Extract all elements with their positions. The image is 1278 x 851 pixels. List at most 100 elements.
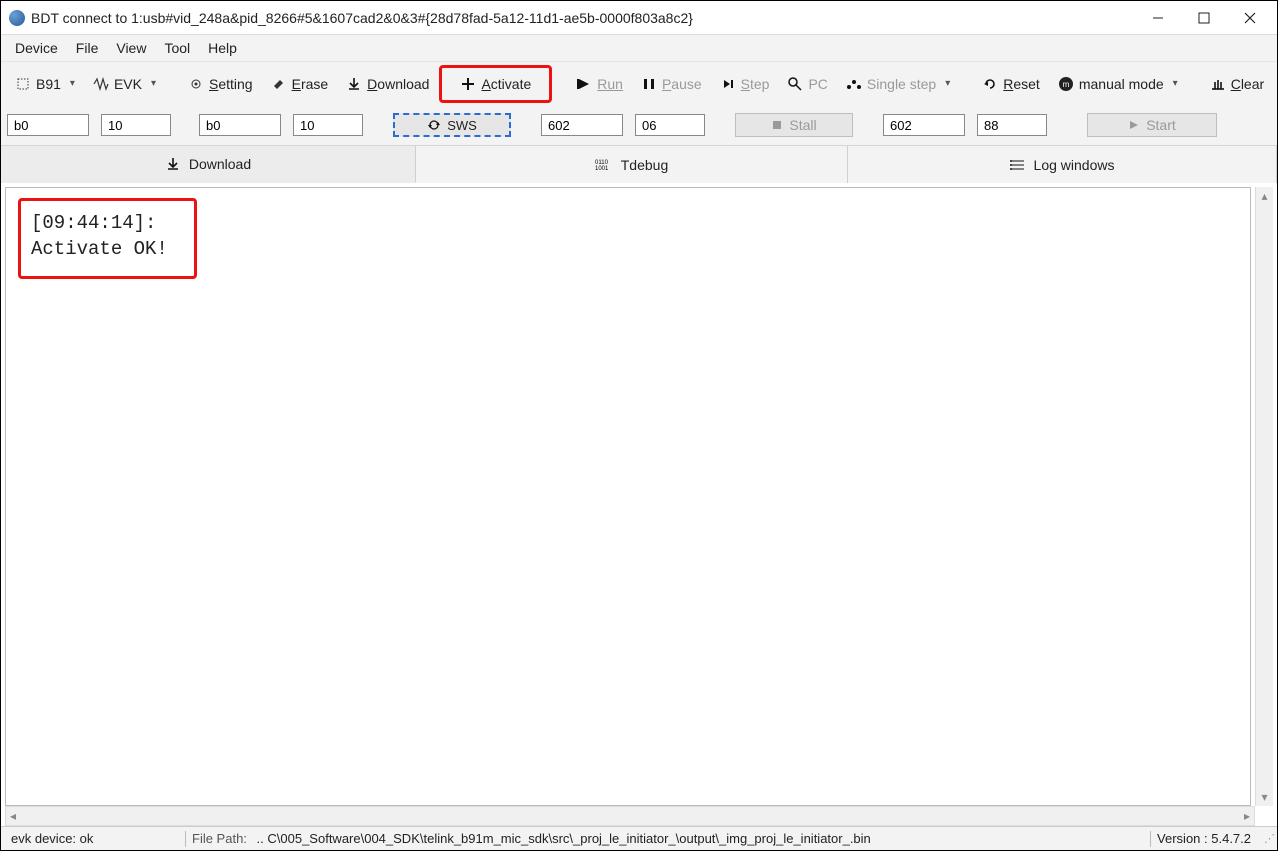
input-10-2[interactable] <box>293 114 363 136</box>
input-b0-2[interactable] <box>199 114 281 136</box>
run-icon <box>576 76 592 92</box>
mode-label: manual mode <box>1079 76 1164 92</box>
status-bar: evk device: ok File Path: .. C\005_Softw… <box>1 826 1277 850</box>
maximize-button[interactable] <box>1181 1 1227 35</box>
stop-icon <box>771 119 783 131</box>
scroll-up-icon[interactable]: ▴ <box>1256 187 1273 205</box>
download-icon <box>165 156 181 172</box>
svg-text:m: m <box>1062 80 1069 89</box>
plus-icon <box>460 76 476 92</box>
clear-icon <box>1210 76 1226 92</box>
step-button[interactable]: Step <box>712 72 778 96</box>
window-title: BDT connect to 1:usb#vid_248a&pid_8266#5… <box>31 10 693 26</box>
scroll-down-icon[interactable]: ▾ <box>1256 788 1273 806</box>
minimize-button[interactable] <box>1135 1 1181 35</box>
horizontal-scrollbar[interactable]: ◂ ▸ <box>5 806 1255 826</box>
resize-grip-icon[interactable]: ⋰ <box>1257 832 1273 845</box>
app-icon <box>9 10 25 26</box>
chip-icon <box>15 76 31 92</box>
reset-icon <box>982 76 998 92</box>
status-device: evk device: ok <box>5 831 185 846</box>
pause-icon <box>641 76 657 92</box>
reset-button[interactable]: Reset <box>974 72 1048 96</box>
tab-log[interactable]: Log windows <box>848 146 1277 183</box>
input-88[interactable] <box>977 114 1047 136</box>
activate-button[interactable]: Activate <box>446 70 545 98</box>
log-line-1: [09:44:14]: <box>31 212 156 234</box>
status-version: Version : 5.4.7.2 <box>1151 831 1257 846</box>
list-icon <box>1010 157 1026 173</box>
clear-button[interactable]: Clear <box>1202 72 1272 96</box>
input-10-1[interactable] <box>101 114 171 136</box>
input-602-1[interactable] <box>541 114 623 136</box>
toolbar: B91 EVK Setting Erase Download Activate <box>1 61 1277 105</box>
scroll-left-icon[interactable]: ◂ <box>10 809 16 823</box>
reset-label: Reset <box>1003 76 1040 92</box>
content-area: [09:44:14]: Activate OK! ▴ ▾ <box>1 183 1277 806</box>
run-label: Run <box>597 76 623 92</box>
stall-label: Stall <box>789 117 816 133</box>
log-line-2: Activate OK! <box>31 238 168 260</box>
sws-label: SWS <box>447 118 477 133</box>
activate-label: Activate <box>481 76 531 92</box>
minimize-icon <box>1152 12 1164 24</box>
status-path: .. C\005_Software\004_SDK\telink_b91m_mi… <box>257 831 871 846</box>
input-602-2[interactable] <box>883 114 965 136</box>
activate-highlight: Activate <box>439 65 552 103</box>
title-bar: BDT connect to 1:usb#vid_248a&pid_8266#5… <box>1 1 1277 35</box>
pause-button[interactable]: Pause <box>633 72 710 96</box>
toolbar-inputs: SWS Stall Start <box>1 105 1277 145</box>
sws-button[interactable]: SWS <box>393 113 511 137</box>
singlestep-button[interactable]: Single step <box>838 72 958 96</box>
menu-device[interactable]: Device <box>7 37 66 59</box>
download-icon <box>346 76 362 92</box>
singlestep-label: Single step <box>867 76 936 92</box>
menu-bar: Device File View Tool Help <box>1 35 1277 61</box>
tab-download-label: Download <box>189 156 251 172</box>
mode-select[interactable]: m manual mode <box>1050 72 1186 96</box>
pc-label: PC <box>808 76 827 92</box>
pause-label: Pause <box>662 76 702 92</box>
stall-button[interactable]: Stall <box>735 113 853 137</box>
chip-select[interactable]: B91 <box>7 72 83 96</box>
refresh-icon <box>427 118 441 132</box>
chip-label: B91 <box>36 76 61 92</box>
log-output[interactable]: [09:44:14]: Activate OK! <box>5 187 1251 806</box>
scroll-right-icon[interactable]: ▸ <box>1244 809 1250 823</box>
run-button[interactable]: Run <box>568 72 631 96</box>
tab-download[interactable]: Download <box>1 146 416 183</box>
tab-tdebug[interactable]: 01101001 Tdebug <box>416 146 848 183</box>
tabs-row: Download 01101001 Tdebug Log windows <box>1 145 1277 183</box>
download-button[interactable]: Download <box>338 72 437 96</box>
start-button[interactable]: Start <box>1087 113 1217 137</box>
setting-label: Setting <box>209 76 253 92</box>
maximize-icon <box>1198 12 1210 24</box>
erase-label: Erase <box>292 76 329 92</box>
gear-icon <box>188 76 204 92</box>
menu-file[interactable]: File <box>68 37 107 59</box>
mode-icon: m <box>1058 76 1074 92</box>
start-label: Start <box>1146 117 1176 133</box>
erase-icon <box>271 76 287 92</box>
tab-tdebug-label: Tdebug <box>621 157 668 173</box>
setting-button[interactable]: Setting <box>180 72 261 96</box>
log-highlight: [09:44:14]: Activate OK! <box>18 198 197 279</box>
close-button[interactable] <box>1227 1 1273 35</box>
clear-label: Clear <box>1231 76 1264 92</box>
input-06[interactable] <box>635 114 705 136</box>
pc-button[interactable]: PC <box>779 72 835 96</box>
erase-button[interactable]: Erase <box>263 72 337 96</box>
board-label: EVK <box>114 76 142 92</box>
board-select[interactable]: EVK <box>85 72 164 96</box>
binary-icon: 01101001 <box>595 158 613 172</box>
menu-help[interactable]: Help <box>200 37 245 59</box>
tab-log-label: Log windows <box>1034 157 1115 173</box>
vertical-scrollbar[interactable]: ▴ ▾ <box>1255 187 1273 806</box>
play-icon <box>1128 119 1140 131</box>
menu-tool[interactable]: Tool <box>156 37 198 59</box>
input-b0-1[interactable] <box>7 114 89 136</box>
search-icon <box>787 76 803 92</box>
hscroll-row: ◂ ▸ <box>5 806 1273 826</box>
status-path-label: File Path: <box>192 831 247 846</box>
menu-view[interactable]: View <box>108 37 154 59</box>
